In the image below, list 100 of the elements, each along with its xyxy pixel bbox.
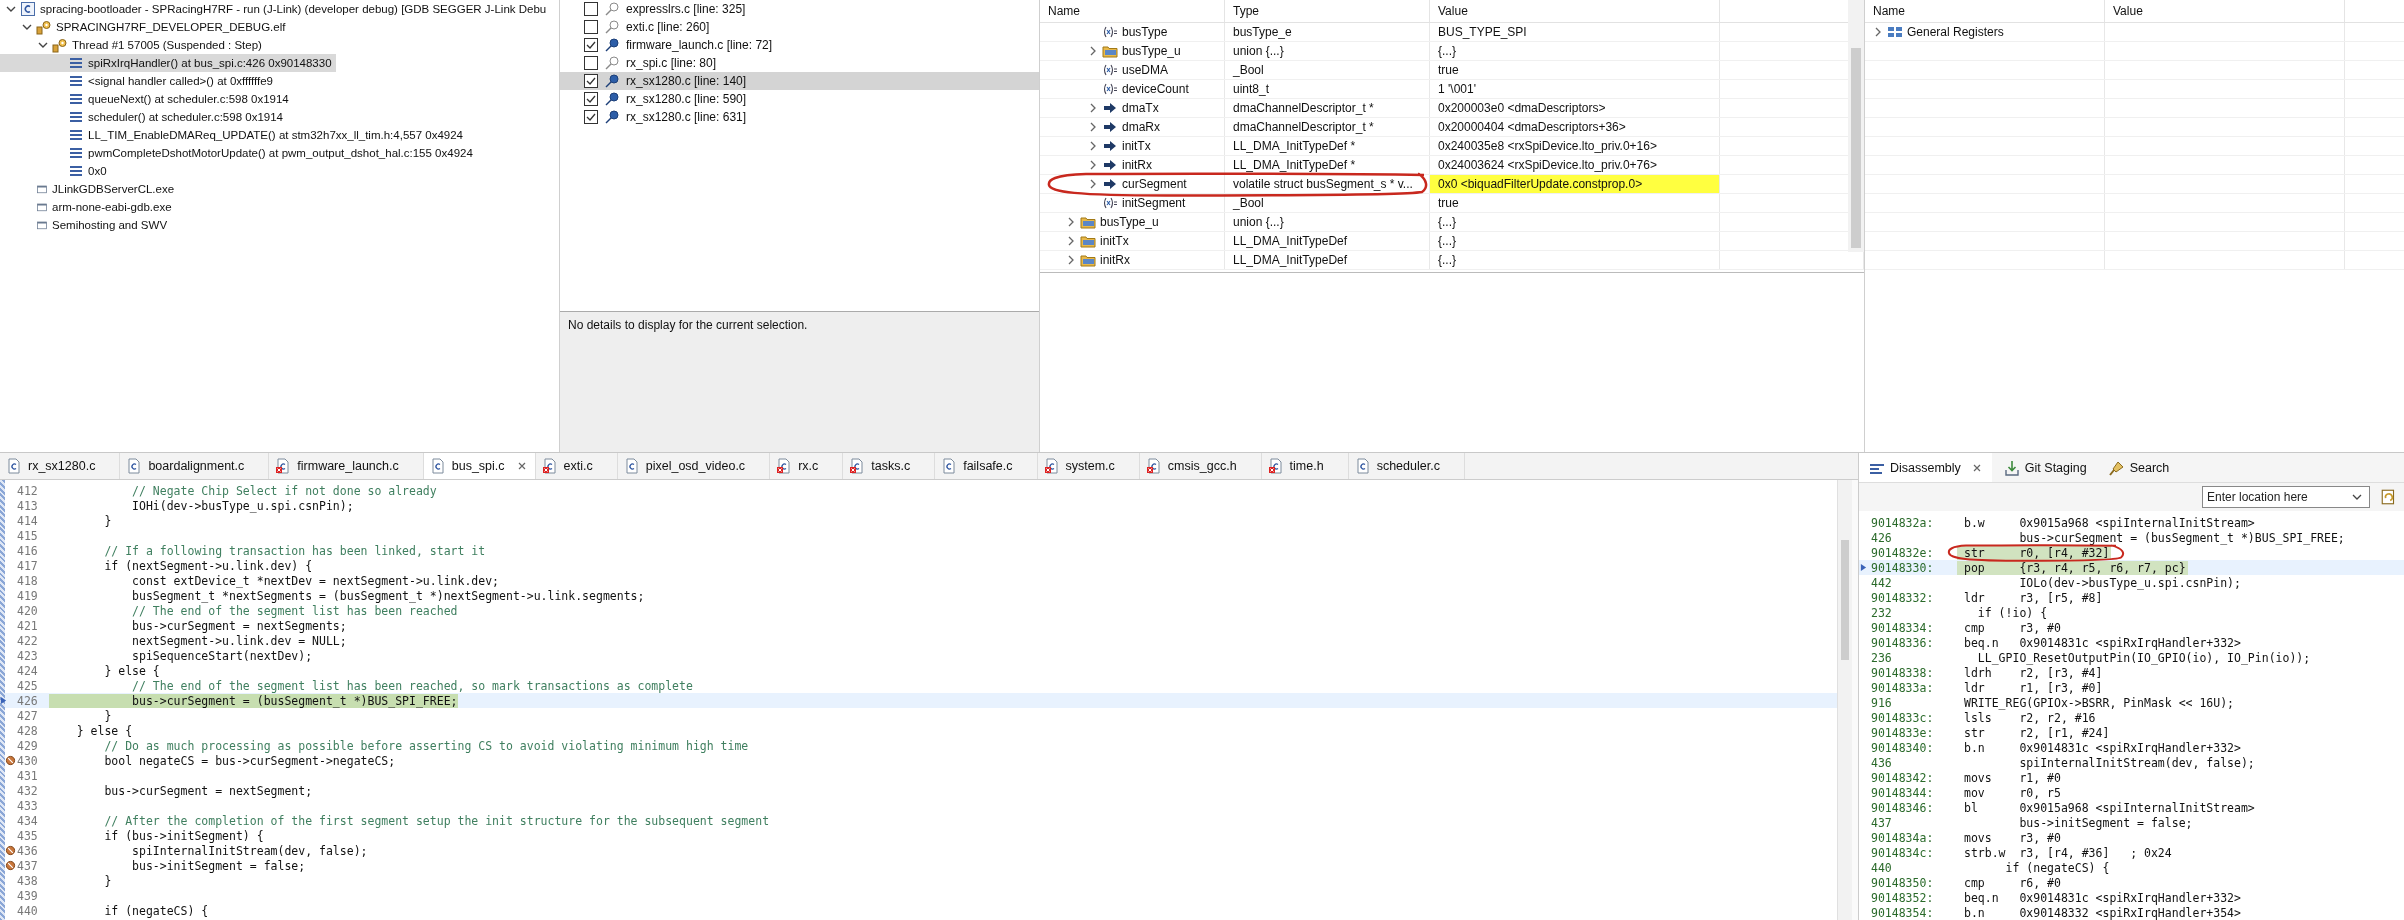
instruction: movs r3, #0 <box>1963 830 2062 845</box>
checkbox[interactable] <box>584 74 598 88</box>
dropdown-icon[interactable] <box>2352 492 2362 502</box>
scrollbar-thumb[interactable] <box>1851 48 1861 248</box>
chevron-icon[interactable] <box>38 40 48 50</box>
editor-tab[interactable]: exti.c <box>535 453 618 479</box>
tree-item[interactable]: JLinkGDBServerCL.exe <box>0 180 179 198</box>
view-tab[interactable]: Disassembly <box>1859 453 1992 482</box>
breakpoint-item[interactable]: rx_sx1280.c [line: 631] <box>560 108 1039 126</box>
editor-tab[interactable]: firmware_launch.c <box>269 453 424 479</box>
address: 9014834c: <box>1871 845 1935 860</box>
chevron-icon[interactable] <box>1088 46 1098 56</box>
editor-tab[interactable]: boardalignment.c <box>120 453 270 479</box>
line-number: 440 <box>17 903 38 918</box>
chevron-icon[interactable] <box>22 22 32 32</box>
editor-tab[interactable]: time.h <box>1261 453 1349 479</box>
variable-type: union {...} <box>1225 213 1430 231</box>
code-line: bus->initSegment = false; <box>131 858 306 873</box>
address: 232 <box>1871 605 1893 620</box>
variable-icon <box>1102 62 1118 78</box>
breakpoint-item[interactable]: rx_sx1280.c [line: 140] <box>560 72 1039 90</box>
address: 437 <box>1871 815 1893 830</box>
code-line: bus->curSegment = nextSegments; <box>131 618 347 633</box>
tree-item[interactable]: scheduler() at scheduler.c:598 0x1914 <box>0 108 287 126</box>
editor-tab[interactable]: tasks.c <box>843 453 936 479</box>
column-header[interactable]: Name <box>1040 0 1225 22</box>
close-icon[interactable] <box>516 461 527 471</box>
gear-icon <box>52 37 68 53</box>
code-line: nextSegment->u.link.dev = NULL; <box>131 633 347 648</box>
folder-icon <box>1102 43 1118 59</box>
editor-tab[interactable]: cmsis_gcc.h <box>1139 453 1262 479</box>
variable-type: LL_DMA_InitTypeDef <box>1225 232 1430 250</box>
code-line: bus->curSegment = nextSegment; <box>103 783 313 798</box>
tree-item[interactable]: arm-none-eabi-gdb.exe <box>0 198 176 216</box>
editor-tab[interactable]: scheduler.c <box>1348 453 1465 479</box>
line-number: 423 <box>17 648 38 663</box>
breakpoint-icon[interactable] <box>5 845 16 856</box>
editor-tab[interactable]: bus_spi.c <box>423 453 536 479</box>
address: 9014832e: <box>1871 545 1935 560</box>
editor-tab[interactable]: rx.c <box>770 453 844 479</box>
checkbox[interactable] <box>584 56 598 70</box>
variable-name: initTx <box>1100 234 1129 248</box>
breakpoint-item[interactable]: rx_sx1280.c [line: 590] <box>560 90 1039 108</box>
address: 90148332: <box>1871 590 1935 605</box>
checkbox[interactable] <box>584 92 598 106</box>
breakpoint-item[interactable]: expresslrs.c [line: 325] <box>560 0 1039 18</box>
instruction: b.n 0x9014831c <spiRxIrqHandler+332> <box>1963 740 2242 755</box>
register-group-name: General Registers <box>1907 25 2004 39</box>
chevron-icon[interactable] <box>6 4 16 14</box>
column-header[interactable]: Value <box>2105 0 2345 22</box>
editor-tab[interactable]: rx_sx1280.c <box>0 453 121 479</box>
chevron-icon[interactable] <box>1873 27 1883 37</box>
breakpoint-item[interactable]: rx_spi.c [line: 80] <box>560 54 1039 72</box>
tree-item[interactable]: SPRACINGH7RF_DEVELOPER_DEBUG.elf <box>0 18 290 36</box>
editor-tab[interactable]: system.c <box>1037 453 1140 479</box>
tree-item[interactable]: queueNext() at scheduler.c:598 0x1914 <box>0 90 293 108</box>
tree-item[interactable]: <signal handler called>() at 0xffffffe9 <box>0 72 277 90</box>
c-file-icon <box>20 1 36 17</box>
view-tab[interactable]: Git Staging <box>1993 453 2097 482</box>
checkbox[interactable] <box>584 38 598 52</box>
tree-item[interactable]: spiRxIrqHandler() at bus_spi.c:426 0x90148330 <box>0 54 336 72</box>
window-icon <box>36 201 48 213</box>
address: 9014833e: <box>1871 725 1935 740</box>
tree-item[interactable]: Thread #1 57005 (Suspended : Step) <box>0 36 266 54</box>
variable-value: true <box>1430 61 1720 79</box>
tree-item[interactable]: LL_TIM_EnableDMAReq_UPDATE() at stm32h7xx_ll_tim.h:4,557 0x4924 <box>0 126 467 144</box>
column-header[interactable]: Type <box>1225 0 1430 22</box>
breakpoint-item[interactable]: exti.c [line: 260] <box>560 18 1039 36</box>
location-field[interactable]: Enter location here <box>2202 486 2370 508</box>
tree-item[interactable]: 0x0 <box>0 162 111 180</box>
tree-item[interactable]: spracing-bootloader - SPRacingH7RF - run (J-Link) (developer debug) [GDB SEGGER J-Link Debu <box>0 0 551 18</box>
breakpoint-icon[interactable] <box>5 860 16 871</box>
close-icon[interactable] <box>1971 462 1982 473</box>
line-number: 414 <box>17 513 38 528</box>
instruction: b.n 0x90148332 <spiRxIrqHandler+354> <box>1963 905 2242 920</box>
editor-tab[interactable]: pixel_osd_video.c <box>617 453 771 479</box>
view-tab[interactable]: Search <box>2098 453 2180 482</box>
column-header[interactable]: Value <box>1430 0 1720 22</box>
column-header[interactable]: Name <box>1865 0 2105 22</box>
variable-value: 0x20000404 <dmaDescriptors+36> <box>1430 118 1720 136</box>
checkbox[interactable] <box>584 110 598 124</box>
editor-tab[interactable]: failsafe.c <box>935 453 1038 479</box>
breakpoint-item[interactable]: firmware_launch.c [line: 72] <box>560 36 1039 54</box>
line-number: 432 <box>17 783 38 798</box>
line-number: 434 <box>17 813 38 828</box>
variable-icon <box>1102 195 1118 211</box>
tree-item[interactable]: pwmCompleteDshotMotorUpdate() at pwm_output_dshot_hal.c:155 0x4924 <box>0 144 477 162</box>
address: 236 <box>1871 650 1893 665</box>
lines-icon <box>68 145 84 161</box>
tree-item[interactable]: Semihosting and SWV <box>0 216 172 234</box>
source-line: if (!io) { <box>1976 605 2048 620</box>
line-number: 426 <box>17 693 38 708</box>
checkbox[interactable] <box>584 20 598 34</box>
variable-name: busType_u <box>1122 44 1181 58</box>
address: 90148352: <box>1871 890 1935 905</box>
breakpoint-icon[interactable] <box>5 755 16 766</box>
window-icon <box>36 219 48 231</box>
scrollbar-thumb[interactable] <box>1841 540 1849 660</box>
checkbox[interactable] <box>584 2 598 16</box>
code-line: IOHi(dev->busType_u.spi.csnPin); <box>131 498 354 513</box>
